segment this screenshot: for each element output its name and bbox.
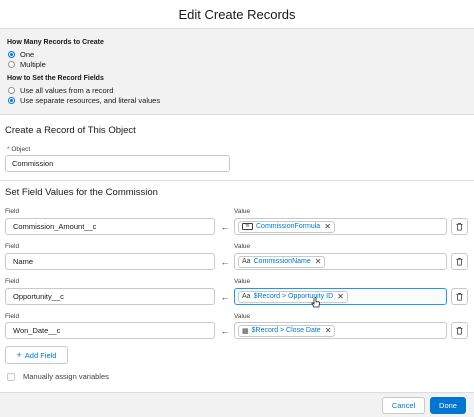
field-label: Field xyxy=(5,208,20,215)
radio-option-all-values[interactable]: Use all values from a record xyxy=(8,85,467,95)
object-field[interactable]: Commission xyxy=(5,155,230,172)
resource-name: CommissionName xyxy=(253,258,311,265)
object-value: Commission xyxy=(12,159,54,168)
field-input[interactable]: Opportunity__c xyxy=(5,288,215,305)
modal-header: Edit Create Records xyxy=(0,0,474,29)
calendar-icon: ▦ xyxy=(242,327,249,335)
trash-icon xyxy=(456,222,463,231)
text-resource-icon: Aa xyxy=(242,293,251,300)
field-label: Field xyxy=(5,313,20,320)
value-input[interactable]: fx CommissionFormula ✕ xyxy=(234,218,447,235)
delete-row-button[interactable] xyxy=(451,253,468,270)
close-icon[interactable]: ✕ xyxy=(324,222,331,231)
object-label-text: Object xyxy=(11,146,31,153)
trash-icon xyxy=(456,326,463,335)
value-label: Value xyxy=(234,313,251,320)
modal-footer: Cancel Done xyxy=(0,392,474,417)
required-mark: * xyxy=(7,146,10,153)
close-icon[interactable]: ✕ xyxy=(315,257,322,266)
delete-row-button[interactable] xyxy=(451,322,468,339)
plus-icon: + xyxy=(16,350,22,360)
radio-button-selected[interactable] xyxy=(8,50,15,58)
arrow-left-icon: ← xyxy=(220,325,230,336)
how-many-label: How Many Records to Create xyxy=(7,39,104,46)
trash-icon xyxy=(456,257,463,266)
done-button[interactable]: Done xyxy=(430,397,466,414)
field-name: Opportunity__c xyxy=(13,292,64,301)
radio-option-separate-resources[interactable]: Use separate resources, and literal valu… xyxy=(8,95,467,105)
field-input[interactable]: Commission_Amount__c xyxy=(5,218,215,235)
resource-pill[interactable]: Aa $Record > Opportunity ID ✕ xyxy=(238,290,348,303)
radio-option-multiple[interactable]: Multiple xyxy=(8,59,467,69)
radio-label: Multiple xyxy=(20,59,46,69)
resource-name: $Record > Opportunity ID xyxy=(253,293,334,300)
manual-assign-checkbox[interactable] xyxy=(7,372,15,381)
field-input[interactable]: Won_Date__c xyxy=(5,322,215,339)
resource-pill[interactable]: ▦ $Record > Close Date ✕ xyxy=(238,324,336,337)
delete-row-button[interactable] xyxy=(451,218,468,235)
cancel-button[interactable]: Cancel xyxy=(382,397,425,414)
add-field-label: Add Field xyxy=(24,350,57,360)
radio-label: Use separate resources, and literal valu… xyxy=(20,95,161,105)
divider xyxy=(0,114,474,115)
radio-button[interactable] xyxy=(8,60,15,68)
field-values-title: Set Field Values for the Commission xyxy=(5,187,158,198)
radio-label: One xyxy=(20,49,35,59)
radio-button[interactable] xyxy=(8,86,15,94)
field-label: Field xyxy=(5,243,20,250)
value-input[interactable]: ▦ $Record > Close Date ✕ xyxy=(234,322,447,339)
modal-title: Edit Create Records xyxy=(178,6,296,22)
value-input[interactable]: Aa CommissionName ✕ xyxy=(234,253,447,270)
field-name: Name xyxy=(13,257,34,266)
resource-pill[interactable]: fx CommissionFormula ✕ xyxy=(238,220,335,233)
radio-button-selected[interactable] xyxy=(8,96,15,104)
radio-option-one[interactable]: One xyxy=(8,49,467,59)
resource-name: CommissionFormula xyxy=(256,223,321,230)
resource-name: $Record > Close Date xyxy=(251,327,321,334)
manual-assign-option[interactable]: Manually assign variables xyxy=(7,372,109,381)
hand-cursor-icon xyxy=(311,297,320,308)
value-label: Value xyxy=(234,208,251,215)
divider xyxy=(0,180,474,181)
arrow-left-icon: ← xyxy=(220,221,230,232)
trash-icon xyxy=(456,292,463,301)
delete-row-button[interactable] xyxy=(451,288,468,305)
arrow-left-icon: ← xyxy=(220,291,230,302)
value-label: Value xyxy=(234,278,251,285)
formula-icon: fx xyxy=(242,223,253,230)
add-field-button[interactable]: + Add Field xyxy=(5,346,68,364)
resource-pill[interactable]: Aa CommissionName ✕ xyxy=(238,255,326,268)
field-label: Field xyxy=(5,278,20,285)
radio-label: Use all values from a record xyxy=(20,85,114,95)
object-label: * Object xyxy=(7,146,30,153)
value-label: Value xyxy=(234,243,251,250)
close-icon[interactable]: ✕ xyxy=(337,292,344,301)
arrow-left-icon: ← xyxy=(220,256,230,267)
create-record-title: Create a Record of This Object xyxy=(5,125,136,136)
field-name: Won_Date__c xyxy=(13,326,61,335)
record-options-panel: How Many Records to Create One Multiple … xyxy=(0,29,474,114)
field-input[interactable]: Name xyxy=(5,253,215,270)
how-to-set-label: How to Set the Record Fields xyxy=(7,75,104,82)
text-resource-icon: Aa xyxy=(242,258,251,265)
manual-assign-label: Manually assign variables xyxy=(23,372,109,381)
close-icon[interactable]: ✕ xyxy=(325,326,332,335)
field-name: Commission_Amount__c xyxy=(13,222,97,231)
value-input[interactable]: Aa $Record > Opportunity ID ✕ xyxy=(234,288,447,305)
